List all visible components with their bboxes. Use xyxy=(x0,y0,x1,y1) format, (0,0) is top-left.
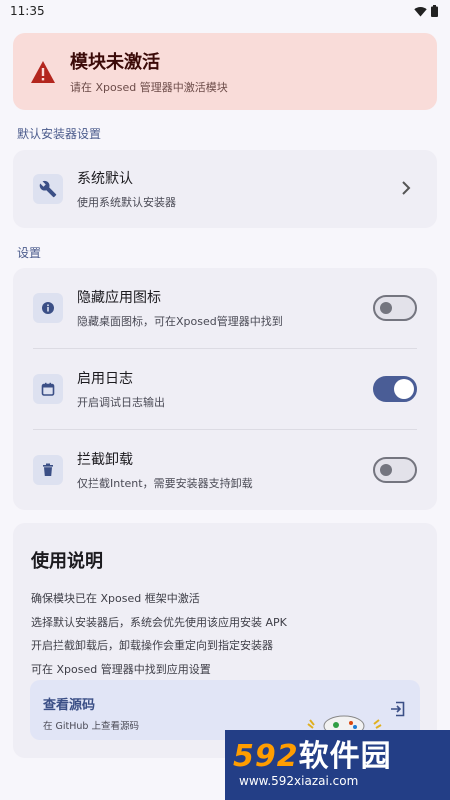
toggle-knob xyxy=(380,464,392,476)
status-time: 11:35 xyxy=(10,4,45,18)
setting-subtitle: 隐藏桌面图标，可在Xposed管理器中找到 xyxy=(77,315,283,328)
toggle-knob xyxy=(394,379,414,399)
installer-item-system-default[interactable]: 系统默认 使用系统默认安装器 xyxy=(13,150,437,228)
watermark-url: www.592xiazai.com xyxy=(239,774,359,788)
guide-line: 开启拦截卸载后，卸载操作会重定向到指定安装器 xyxy=(31,639,273,652)
watermark-logo: 592软件园 xyxy=(233,739,392,774)
guide-title: 使用说明 xyxy=(31,551,103,572)
setting-title: 拦截卸载 xyxy=(77,452,133,468)
site-watermark: 592软件园 www.592xiazai.com xyxy=(225,730,450,800)
wifi-icon xyxy=(414,6,427,16)
setting-intercept-uninstall[interactable]: 拦截卸载 仅拦截Intent，需要安装器支持卸载 xyxy=(13,430,437,510)
setting-enable-log[interactable]: 启用日志 开启调试日志输出 xyxy=(13,349,437,429)
trash-icon xyxy=(33,455,63,485)
guide-line: 确保模块已在 Xposed 框架中激活 xyxy=(31,592,200,605)
settings-section-label: 设置 xyxy=(17,246,42,260)
module-inactive-alert: 模块未激活 请在 Xposed 管理器中激活模块 xyxy=(13,33,437,110)
status-icons xyxy=(414,5,438,17)
setting-hide-icon[interactable]: 隐藏应用图标 隐藏桌面图标，可在Xposed管理器中找到 xyxy=(13,268,437,348)
warning-icon xyxy=(31,60,55,83)
battery-icon xyxy=(431,5,438,17)
installer-card: 系统默认 使用系统默认安装器 xyxy=(13,150,437,228)
installer-item-subtitle: 使用系统默认安装器 xyxy=(77,196,176,209)
hide-icon-toggle[interactable] xyxy=(373,295,417,321)
intercept-uninstall-toggle[interactable] xyxy=(373,457,417,483)
setting-subtitle: 仅拦截Intent，需要安装器支持卸载 xyxy=(77,477,253,490)
chevron-right-icon xyxy=(402,181,411,195)
setting-title: 隐藏应用图标 xyxy=(77,290,161,306)
wrench-icon xyxy=(33,174,63,204)
open-link-icon xyxy=(391,701,405,717)
calendar-icon xyxy=(33,374,63,404)
alert-title: 模块未激活 xyxy=(70,52,160,73)
guide-line: 选择默认安装器后，系统会优先使用该应用安装 APK xyxy=(31,615,287,629)
status-bar: 11:35 xyxy=(0,0,450,22)
info-icon xyxy=(33,293,63,323)
setting-title: 启用日志 xyxy=(77,371,133,387)
guide-line: 可在 Xposed 管理器中找到应用设置 xyxy=(31,662,211,676)
installer-section-label: 默认安装器设置 xyxy=(17,127,102,141)
settings-card: 隐藏应用图标 隐藏桌面图标，可在Xposed管理器中找到 启用日志 开启调试日志… xyxy=(13,268,437,510)
alert-subtitle: 请在 Xposed 管理器中激活模块 xyxy=(70,81,228,94)
toggle-knob xyxy=(380,302,392,314)
enable-log-toggle[interactable] xyxy=(373,376,417,402)
setting-subtitle: 开启调试日志输出 xyxy=(77,396,165,409)
installer-item-title: 系统默认 xyxy=(77,171,133,187)
